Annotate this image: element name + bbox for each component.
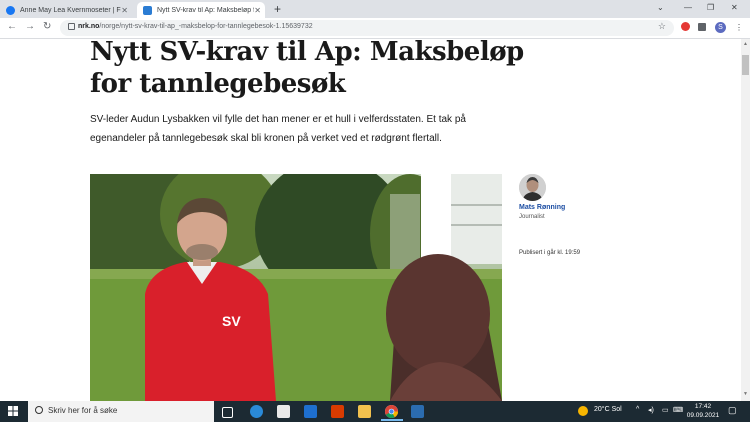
search-icon	[35, 406, 43, 414]
lock-icon	[68, 23, 75, 30]
maximize-button[interactable]: ❐	[707, 3, 714, 12]
published-timestamp: Publisert i går kl. 19:59	[519, 250, 581, 256]
nrk-icon	[143, 5, 152, 15]
clock-date: 09.09.2021	[686, 412, 720, 419]
scroll-up-icon[interactable]: ▲	[742, 41, 749, 49]
browser-toolbar: ← → ↻ nrk.no/norge/nytt-sv-krav-til-ap_-…	[0, 18, 750, 39]
tab-title: Anne May Lea Kvernmoseter | Fa	[20, 6, 122, 14]
jacket-logo: SV	[222, 313, 241, 329]
clock-time: 17:42	[694, 403, 712, 410]
new-tab-button[interactable]: +	[274, 2, 281, 16]
active-app-indicator	[381, 419, 403, 421]
menu-icon[interactable]: ⋮	[735, 23, 743, 32]
tab-strip: Anne May Lea Kvernmoseter | Fa ✕ Nytt SV…	[0, 0, 750, 18]
author-name-link[interactable]: Mats Rønning	[519, 204, 565, 211]
url-path: /norge/nytt-sv-krav-til-ap_-maksbelop-fo…	[99, 23, 313, 30]
tab-title: Nytt SV-krav til Ap: Maksbeløp f	[157, 6, 255, 14]
taskbar: Skriv her for å søke 20°C Sol ^ ◂) ▭ ⌨ 1…	[0, 401, 750, 422]
edge-icon[interactable]	[250, 405, 263, 418]
minimize-button[interactable]: —	[684, 3, 692, 12]
tab-facebook[interactable]: Anne May Lea Kvernmoseter | Fa ✕	[6, 2, 132, 18]
back-icon[interactable]: ←	[7, 21, 17, 32]
reload-icon[interactable]: ↻	[43, 21, 51, 32]
close-icon[interactable]: ✕	[254, 6, 261, 15]
profile-avatar[interactable]: S	[715, 22, 726, 33]
windows-start-icon[interactable]	[8, 406, 18, 416]
file-explorer-icon[interactable]	[358, 405, 371, 418]
tray-chevron-icon[interactable]: ^	[636, 406, 639, 413]
author-photo	[519, 174, 546, 201]
article-photo[interactable]: SV	[90, 174, 502, 401]
author-role: Journalist	[519, 214, 545, 220]
weather-text[interactable]: 20°C Sol	[594, 406, 622, 413]
tab-nrk[interactable]: Nytt SV-krav til Ap: Maksbeløp f ✕	[137, 2, 265, 18]
article-headline: Nytt SV-krav til Ap: Maksbeløp for tannl…	[90, 39, 524, 99]
store-icon[interactable]	[277, 405, 290, 418]
taskbar-clock[interactable]: 17:42 09.09.2021	[683, 402, 723, 420]
office-icon[interactable]	[331, 405, 344, 418]
address-bar[interactable]: nrk.no/norge/nytt-sv-krav-til-ap_-maksbe…	[60, 20, 674, 36]
close-window-button[interactable]: ✕	[731, 3, 738, 12]
extension-icon[interactable]	[681, 22, 690, 31]
photos-icon[interactable]	[411, 405, 424, 418]
close-icon[interactable]: ✕	[121, 6, 128, 15]
scroll-thumb[interactable]	[742, 55, 749, 75]
extensions-puzzle-icon[interactable]	[698, 23, 706, 31]
photo-illustration: SV	[90, 174, 502, 401]
forward-icon[interactable]: →	[25, 21, 35, 32]
url-domain: nrk.no	[78, 23, 100, 30]
weather-sun-icon[interactable]	[578, 406, 588, 416]
facebook-icon	[6, 5, 15, 15]
url-text: nrk.no/norge/nytt-sv-krav-til-ap_-maksbe…	[78, 23, 313, 30]
volume-icon[interactable]: ◂)	[648, 406, 654, 414]
notifications-icon[interactable]: ▢	[728, 405, 737, 416]
article-lead: SV-leder Audun Lysbakken vil fylle det h…	[90, 114, 466, 144]
tab-search-icon[interactable]: ⌄	[657, 3, 664, 12]
scroll-down-icon[interactable]: ▼	[742, 391, 749, 399]
page-content: Nytt SV-krav til Ap: Maksbeløp for tannl…	[0, 39, 741, 401]
mail-icon[interactable]	[304, 405, 317, 418]
task-view-icon[interactable]	[222, 407, 233, 418]
taskbar-search-input[interactable]: Skriv her for å søke	[28, 401, 214, 422]
author-avatar[interactable]	[519, 174, 546, 201]
chrome-logo	[385, 405, 398, 418]
bookmark-star-icon[interactable]: ☆	[658, 21, 666, 32]
search-placeholder: Skriv her for å søke	[48, 406, 118, 415]
scrollbar[interactable]: ▲ ▼	[741, 39, 750, 401]
chrome-icon[interactable]	[385, 405, 398, 418]
network-icon[interactable]: ▭	[662, 406, 669, 414]
language-icon[interactable]: ⌨	[673, 406, 683, 414]
